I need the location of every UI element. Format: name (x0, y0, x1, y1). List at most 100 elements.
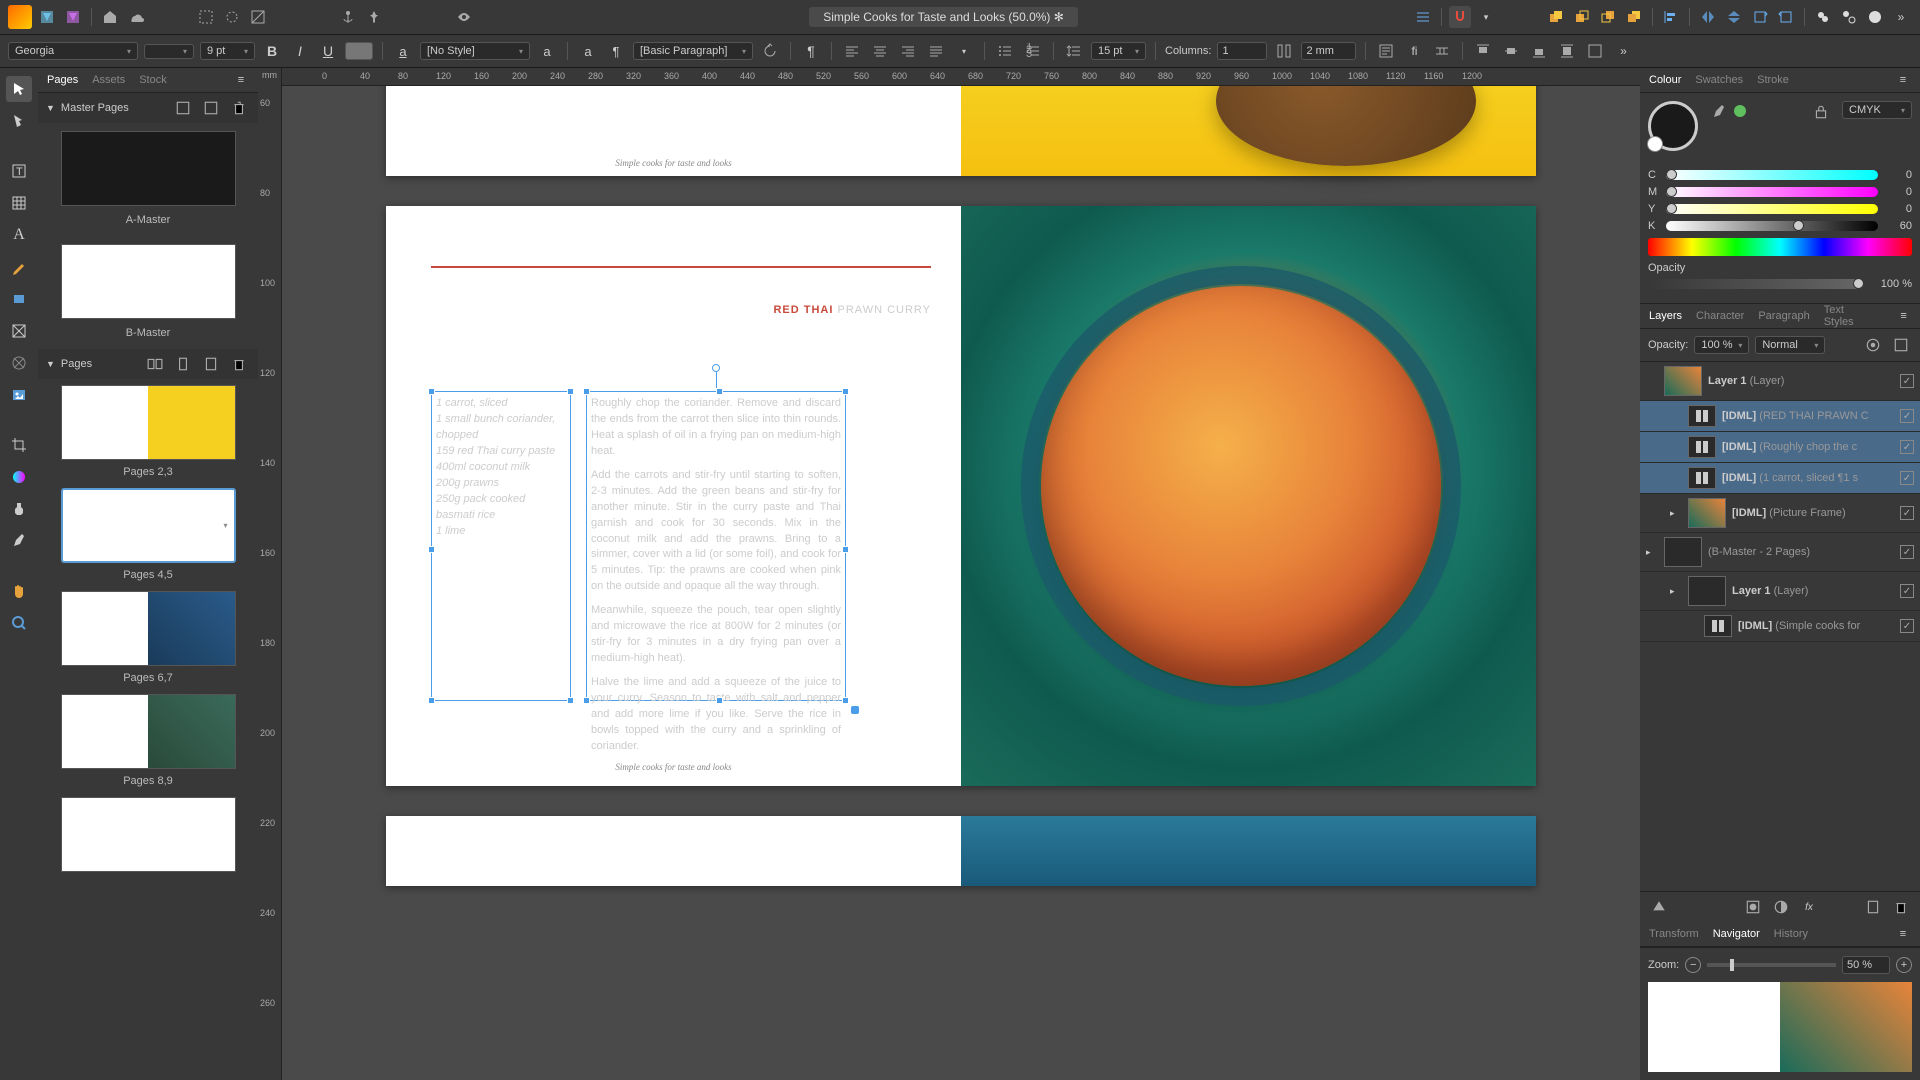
app-switcher-photo-icon[interactable] (36, 6, 58, 28)
add-layer-icon[interactable] (1862, 896, 1884, 918)
add-swatch-icon[interactable] (1734, 105, 1746, 117)
artistic-text-tool[interactable]: A (6, 222, 32, 248)
tab-icon[interactable] (1431, 40, 1453, 62)
rectangle-tool[interactable] (6, 286, 32, 312)
show-para-icon[interactable]: ¶ (800, 40, 822, 62)
page-thumb-10-11[interactable] (61, 797, 236, 872)
add-master-icon[interactable] (200, 97, 222, 119)
opacity-slider[interactable] (1648, 279, 1864, 289)
bold-button[interactable]: B (261, 40, 283, 62)
ungroup-icon[interactable] (1838, 6, 1860, 28)
deselect-icon[interactable] (247, 6, 269, 28)
eyedropper-icon[interactable] (1708, 101, 1730, 123)
colour-menu-icon[interactable]: ≡ (1892, 69, 1914, 91)
layer-opacity-select[interactable]: 100 % (1694, 336, 1749, 354)
cloud-icon[interactable] (125, 6, 147, 28)
rotate-cw-icon[interactable] (1749, 6, 1771, 28)
frame-text-tool[interactable]: T (6, 158, 32, 184)
tab-paragraph[interactable]: Paragraph (1755, 307, 1812, 325)
layer-row[interactable]: ▸ (B-Master - 2 Pages)✓ (1640, 533, 1920, 572)
tab-transform[interactable]: Transform (1646, 925, 1702, 943)
canvas[interactable]: mm 6080100120140160180200220240260 04080… (258, 68, 1640, 1080)
layer-visible-checkbox[interactable]: ✓ (1900, 471, 1914, 485)
method-frame[interactable]: Roughly chop the coriander. Remove and d… (586, 391, 846, 701)
layers-menu-icon[interactable]: ≡ (1893, 305, 1914, 327)
para-icon[interactable]: a (577, 40, 599, 62)
table-tool[interactable] (6, 190, 32, 216)
tab-colour[interactable]: Colour (1646, 71, 1684, 89)
place-image-tool[interactable] (6, 382, 32, 408)
layer-visible-checkbox[interactable]: ✓ (1900, 619, 1914, 633)
master-a-thumb[interactable] (61, 131, 236, 206)
layer-row[interactable]: [IDML] (1 carrot, sliced ¶1 s✓ (1640, 463, 1920, 494)
pen-tool[interactable] (6, 254, 32, 280)
list-number-icon[interactable]: 123 (1022, 40, 1044, 62)
clear-char-icon[interactable]: a (536, 40, 558, 62)
zoom-out-icon[interactable]: − (1685, 957, 1701, 973)
slider-Y[interactable] (1666, 204, 1878, 214)
tab-layers[interactable]: Layers (1646, 307, 1685, 325)
layer-row[interactable]: Layer 1 (Layer)✓ (1640, 362, 1920, 401)
tab-textstyles[interactable]: Text Styles (1821, 301, 1877, 331)
delete-layer-icon[interactable] (1890, 896, 1912, 918)
select-all-icon[interactable] (195, 6, 217, 28)
text-color-swatch[interactable] (345, 42, 373, 60)
app-switcher-publisher-icon[interactable] (62, 6, 84, 28)
page-thumb-8-9[interactable] (61, 694, 236, 769)
recipe-image[interactable] (961, 206, 1536, 786)
flip-v-icon[interactable] (1723, 6, 1745, 28)
slider-C[interactable] (1666, 170, 1878, 180)
single-page-icon[interactable] (172, 353, 194, 375)
slider-K[interactable] (1666, 221, 1878, 231)
valign-just-icon[interactable] (1556, 40, 1578, 62)
tab-history[interactable]: History (1771, 925, 1811, 943)
zoom-in-icon[interactable]: + (1896, 957, 1912, 973)
move-backward-icon[interactable] (1597, 6, 1619, 28)
valign-bot-icon[interactable] (1528, 40, 1550, 62)
leading-select[interactable]: 15 pt (1091, 42, 1146, 60)
zoom-tool[interactable] (6, 610, 32, 636)
align-left-icon[interactable] (1660, 6, 1682, 28)
para-style-select[interactable]: [Basic Paragraph] (633, 42, 753, 60)
layer-visible-checkbox[interactable]: ✓ (1900, 584, 1914, 598)
valign-top-icon[interactable] (1472, 40, 1494, 62)
expand-panel-icon[interactable]: » (1890, 6, 1912, 28)
layer-settings-icon[interactable] (1862, 334, 1884, 356)
flip-h-icon[interactable] (1697, 6, 1719, 28)
master-b-thumb[interactable] (61, 244, 236, 319)
para-panel-icon[interactable]: ¶ (605, 40, 627, 62)
fill-tool[interactable] (6, 464, 32, 490)
layer-opts-icon[interactable] (1890, 334, 1912, 356)
blend-mode-select[interactable]: Normal (1755, 336, 1825, 354)
valign-mid-icon[interactable] (1500, 40, 1522, 62)
text-align-center-icon[interactable] (869, 40, 891, 62)
gutter-input[interactable]: 2 mm (1301, 42, 1356, 60)
leading-icon[interactable] (1063, 40, 1085, 62)
text-frame-icon[interactable] (1375, 40, 1397, 62)
char-style-select[interactable]: [No Style] (420, 42, 530, 60)
layer-visible-checkbox[interactable]: ✓ (1900, 440, 1914, 454)
snap-options-icon[interactable]: ▾ (1475, 6, 1497, 28)
transparency-tool[interactable] (6, 496, 32, 522)
fx-icon[interactable]: fx (1798, 896, 1820, 918)
lock-icon[interactable] (1810, 101, 1832, 123)
group-icon[interactable] (1812, 6, 1834, 28)
master-opts-icon[interactable] (172, 97, 194, 119)
snap-icon[interactable] (1449, 6, 1471, 28)
more-icon[interactable]: » (1612, 40, 1634, 62)
tab-stock[interactable]: Stock (136, 71, 170, 89)
section-icon[interactable] (1864, 6, 1886, 28)
ellipse-frame-tool[interactable] (6, 350, 32, 376)
char-style-icon[interactable]: a (392, 40, 414, 62)
tab-stroke[interactable]: Stroke (1754, 71, 1792, 89)
tab-assets[interactable]: Assets (89, 71, 128, 89)
pages-header[interactable]: ▼Pages (38, 349, 258, 379)
eyedropper-tool[interactable] (6, 528, 32, 554)
baseline-grid-icon[interactable] (1412, 6, 1434, 28)
home-icon[interactable] (99, 6, 121, 28)
layer-row[interactable]: [IDML] (RED THAI PRAWN C✓ (1640, 401, 1920, 432)
page-thumb-4-5[interactable] (61, 488, 236, 563)
font-size-select[interactable]: 9 pt (200, 42, 255, 60)
zoom-input[interactable]: 50 % (1842, 956, 1890, 974)
spectrum-bar[interactable] (1648, 238, 1912, 256)
